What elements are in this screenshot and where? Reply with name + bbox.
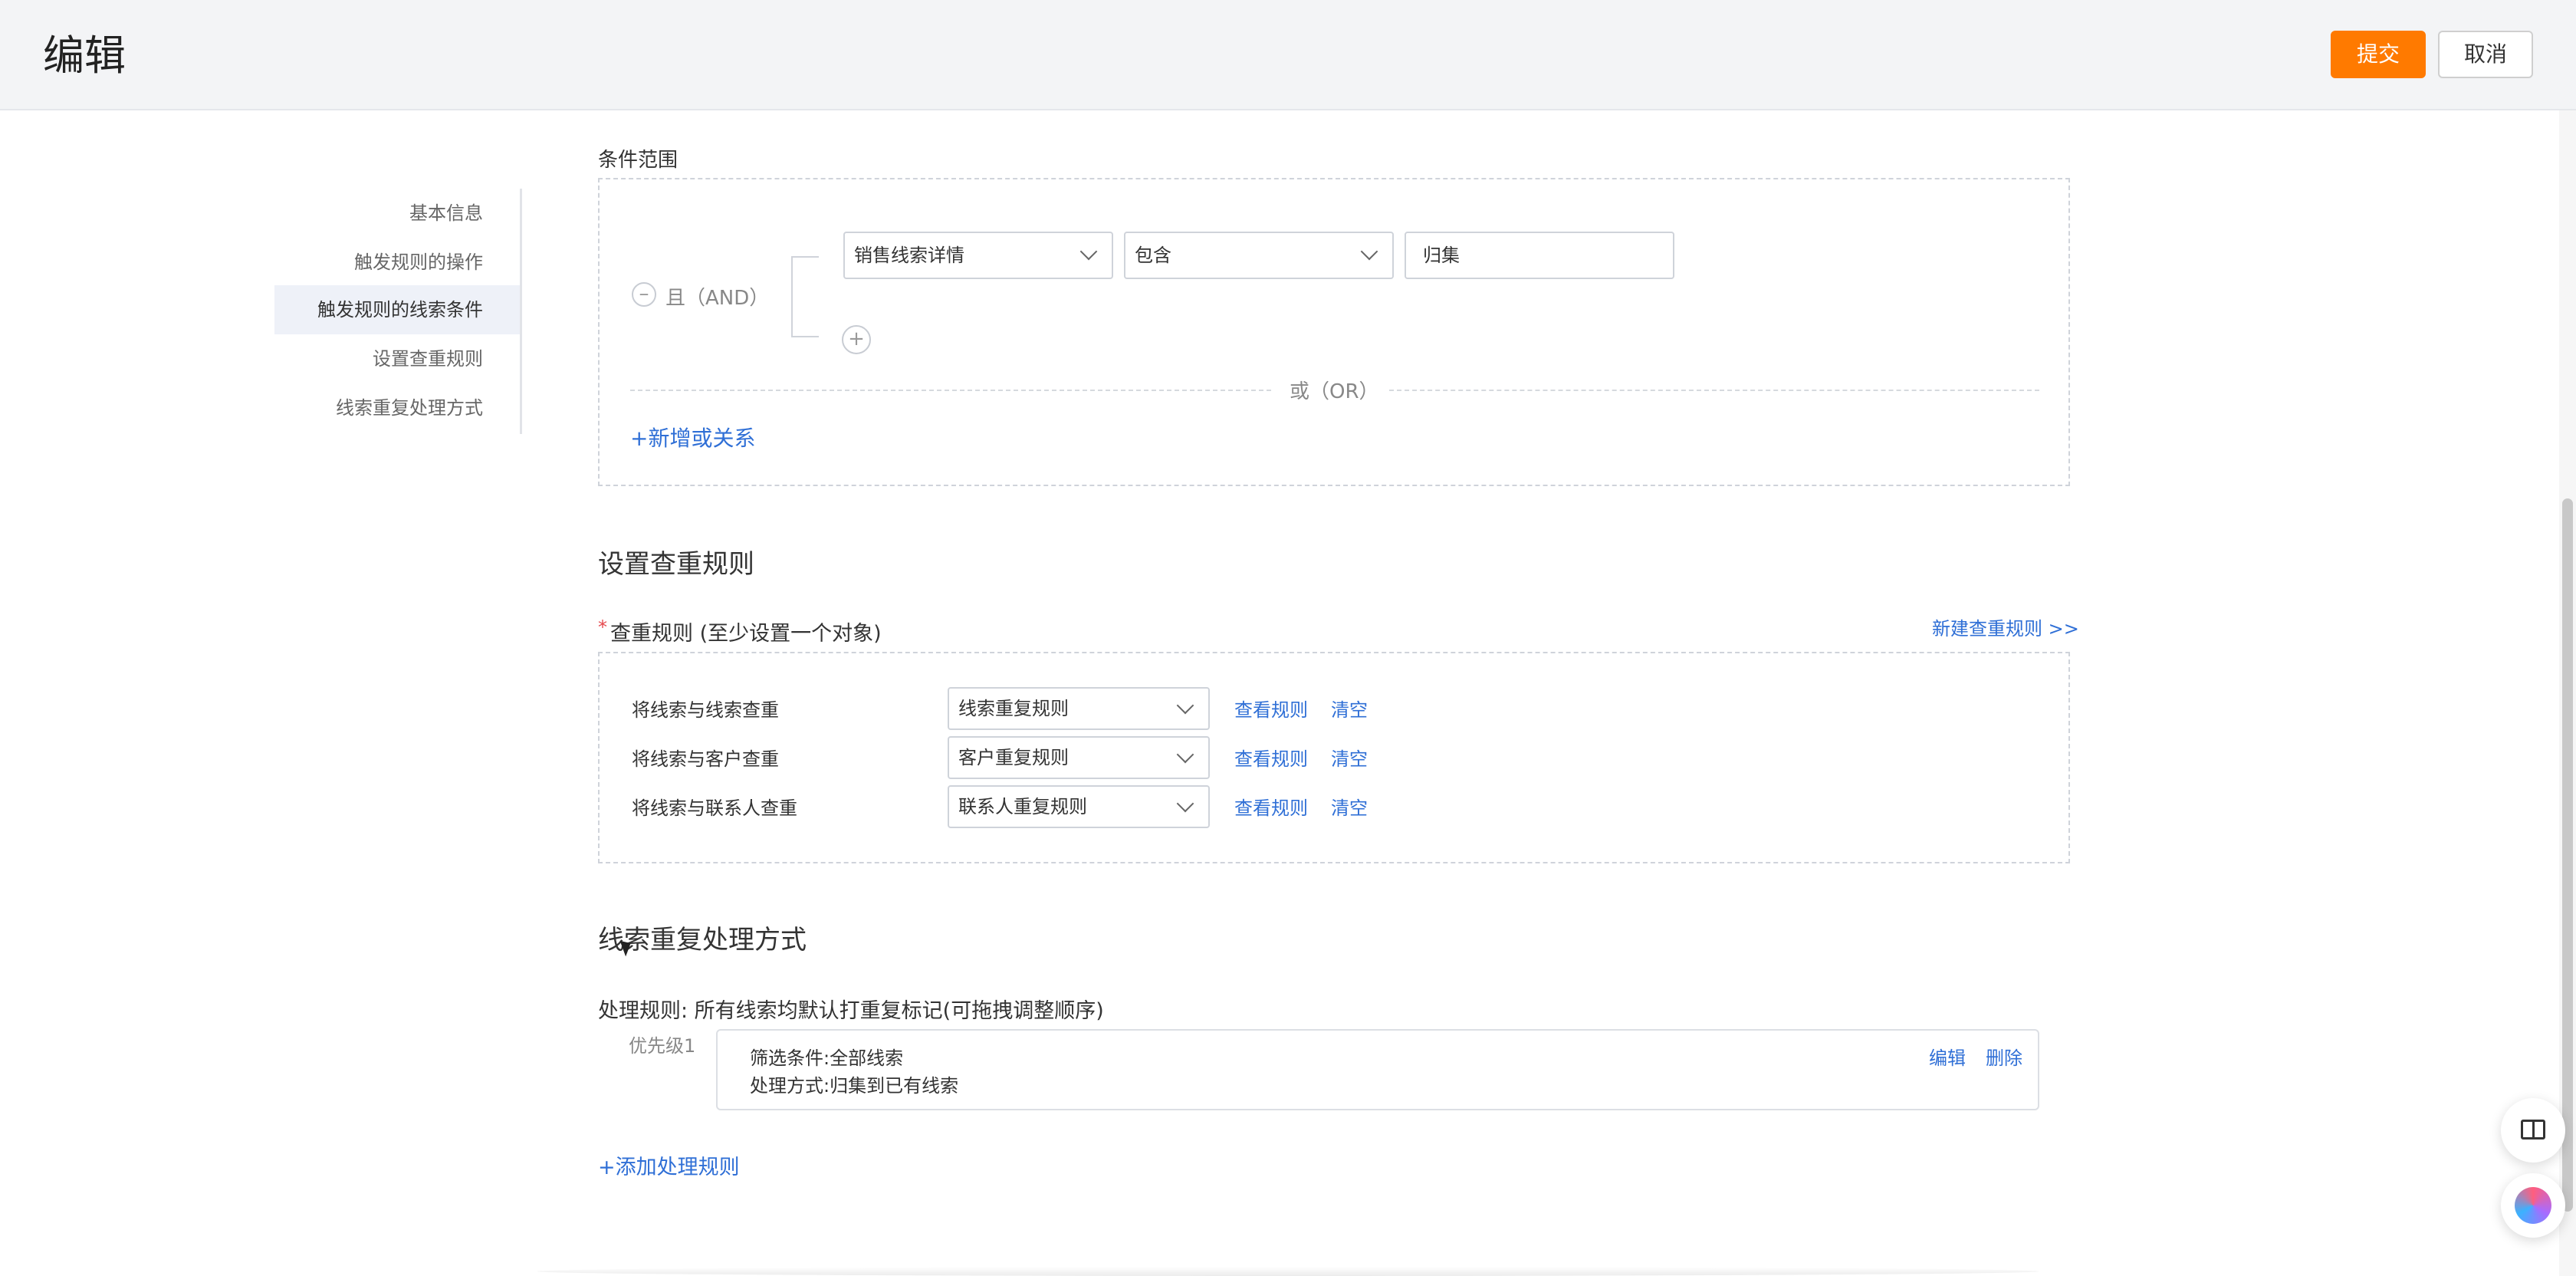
condition-operator-select[interactable]: 包含	[1124, 232, 1394, 279]
clear-link[interactable]: 清空	[1331, 695, 1368, 722]
handling-rule-card[interactable]: 筛选条件:全部线索 处理方式:归集到已有线索 编辑 删除	[716, 1029, 2039, 1110]
or-divider-right	[1389, 390, 2039, 391]
nav-item-trigger-operation[interactable]: 触发规则的操作	[354, 247, 483, 278]
condition-field-select[interactable]: 销售线索详情	[843, 232, 1113, 279]
dedupe-rule-label: 查重规则 (至少设置一个对象)	[610, 622, 882, 646]
view-rule-link[interactable]: 查看规则	[1234, 744, 1308, 771]
nav-item-basic-info[interactable]: 基本信息	[409, 198, 483, 229]
top-bar: 编辑 提交 取消	[0, 0, 2576, 110]
brain-icon	[2515, 1187, 2551, 1224]
handling-method-text: 处理方式:归集到已有线索	[750, 1075, 959, 1097]
and-label: 且（AND）	[665, 287, 770, 310]
book-icon	[2521, 1120, 2545, 1140]
chevron-down-icon	[1360, 242, 1378, 261]
plus-icon[interactable]: +	[842, 325, 871, 354]
condition-scope-label: 条件范围	[598, 149, 678, 172]
nav-item-dedupe-rules[interactable]: 设置查重规则	[373, 344, 483, 374]
nav-item-duplicate-handling[interactable]: 线索重复处理方式	[336, 393, 483, 423]
minus-icon[interactable]: –	[632, 282, 656, 307]
required-mark: *	[598, 617, 607, 638]
ai-assistant-float-button[interactable]	[2501, 1173, 2565, 1238]
dedupe-row-select[interactable]: 联系人重复规则	[948, 785, 1210, 828]
clear-link[interactable]: 清空	[1331, 793, 1368, 820]
condition-field-value: 销售线索详情	[854, 245, 964, 266]
docs-float-button[interactable]	[2501, 1098, 2565, 1163]
clear-link[interactable]: 清空	[1331, 744, 1368, 771]
bottom-shadow	[537, 1267, 2039, 1276]
section-nav: 基本信息 触发规则的操作 触发规则的线索条件 设置查重规则 线索重复处理方式	[274, 189, 522, 434]
new-dedupe-rule-link[interactable]: 新建查重规则 >>	[1932, 613, 2079, 640]
chevron-down-icon	[1176, 696, 1194, 715]
condition-value-input[interactable]: 归集	[1405, 232, 1674, 279]
chevron-down-icon	[1176, 745, 1194, 764]
priority-label: 优先级1	[629, 1035, 696, 1057]
view-rule-link[interactable]: 查看规则	[1234, 793, 1308, 820]
condition-operator-value: 包含	[1135, 245, 1171, 266]
scrollbar-thumb[interactable]	[2562, 498, 2573, 1212]
add-or-relation-link[interactable]: +新增或关系	[630, 422, 755, 452]
add-handling-rule-link[interactable]: +添加处理规则	[598, 1150, 740, 1180]
chevron-down-icon	[1176, 794, 1194, 813]
dedupe-row-label: 将线索与线索查重	[632, 699, 779, 721]
delete-rule-link[interactable]: 删除	[1986, 1043, 2022, 1070]
dedupe-row-select-value: 客户重复规则	[958, 747, 1069, 768]
filter-condition-text: 筛选条件:全部线索	[750, 1047, 904, 1069]
dedupe-row-select[interactable]: 线索重复规则	[948, 687, 1210, 730]
or-divider-left	[630, 390, 1271, 391]
or-label: 或（OR）	[1290, 380, 1379, 403]
dedupe-box: 将线索与线索查重 线索重复规则 查看规则 清空 将线索与客户查重 客户重复规则 …	[598, 652, 2070, 863]
edit-rule-link[interactable]: 编辑	[1929, 1043, 1966, 1070]
chevron-down-icon	[1079, 242, 1098, 261]
and-bracket	[791, 256, 819, 337]
dedupe-section-title: 设置查重规则	[598, 549, 754, 580]
view-rule-link[interactable]: 查看规则	[1234, 695, 1308, 722]
dedupe-row-label: 将线索与客户查重	[632, 748, 779, 770]
dedupe-row-select-value: 线索重复规则	[958, 698, 1069, 719]
dedupe-row-label: 将线索与联系人查重	[632, 798, 797, 819]
cancel-button[interactable]: 取消	[2438, 31, 2533, 78]
dedupe-row-select[interactable]: 客户重复规则	[948, 736, 1210, 779]
dedupe-row-select-value: 联系人重复规则	[958, 796, 1087, 817]
nav-item-trigger-conditions[interactable]: 触发规则的线索条件	[317, 294, 483, 325]
submit-button[interactable]: 提交	[2331, 31, 2426, 78]
handling-rule-text: 处理规则: 所有线索均默认打重复标记(可拖拽调整顺序)	[598, 999, 1104, 1023]
page-title: 编辑	[43, 31, 126, 80]
condition-box: – 且（AND） 销售线索详情 包含 归集 + 或（OR） +新增或关系	[598, 178, 2070, 486]
